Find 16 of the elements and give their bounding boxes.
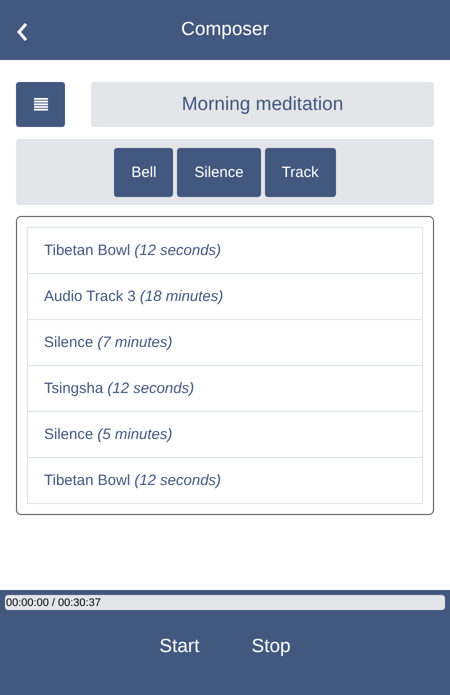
time-reading: 00:00:00 / 00:30:37 bbox=[5, 596, 101, 608]
list-item[interactable]: Tibetan Bowl (12 seconds) bbox=[28, 228, 422, 273]
composition-name: Morning meditation bbox=[91, 82, 434, 127]
playback-button[interactable]: Start bbox=[153, 632, 206, 662]
add-button[interactable]: Silence bbox=[177, 148, 261, 196]
add-button[interactable]: Bell bbox=[114, 148, 174, 196]
list-item[interactable]: Audio Track 3 (18 minutes) bbox=[28, 273, 422, 319]
menu-button[interactable] bbox=[16, 82, 65, 127]
list-item[interactable]: Tsingsha (12 seconds) bbox=[28, 365, 422, 411]
playback-button[interactable]: Stop bbox=[246, 632, 297, 662]
window-title: Composer bbox=[181, 19, 269, 41]
list-item[interactable]: Silence (5 minutes) bbox=[28, 411, 422, 457]
menu-icon bbox=[34, 98, 48, 111]
list-item[interactable]: Tibetan Bowl (12 seconds) bbox=[28, 457, 422, 503]
add-button[interactable]: Track bbox=[264, 148, 336, 196]
list-item[interactable]: Silence (7 minutes) bbox=[28, 319, 422, 365]
